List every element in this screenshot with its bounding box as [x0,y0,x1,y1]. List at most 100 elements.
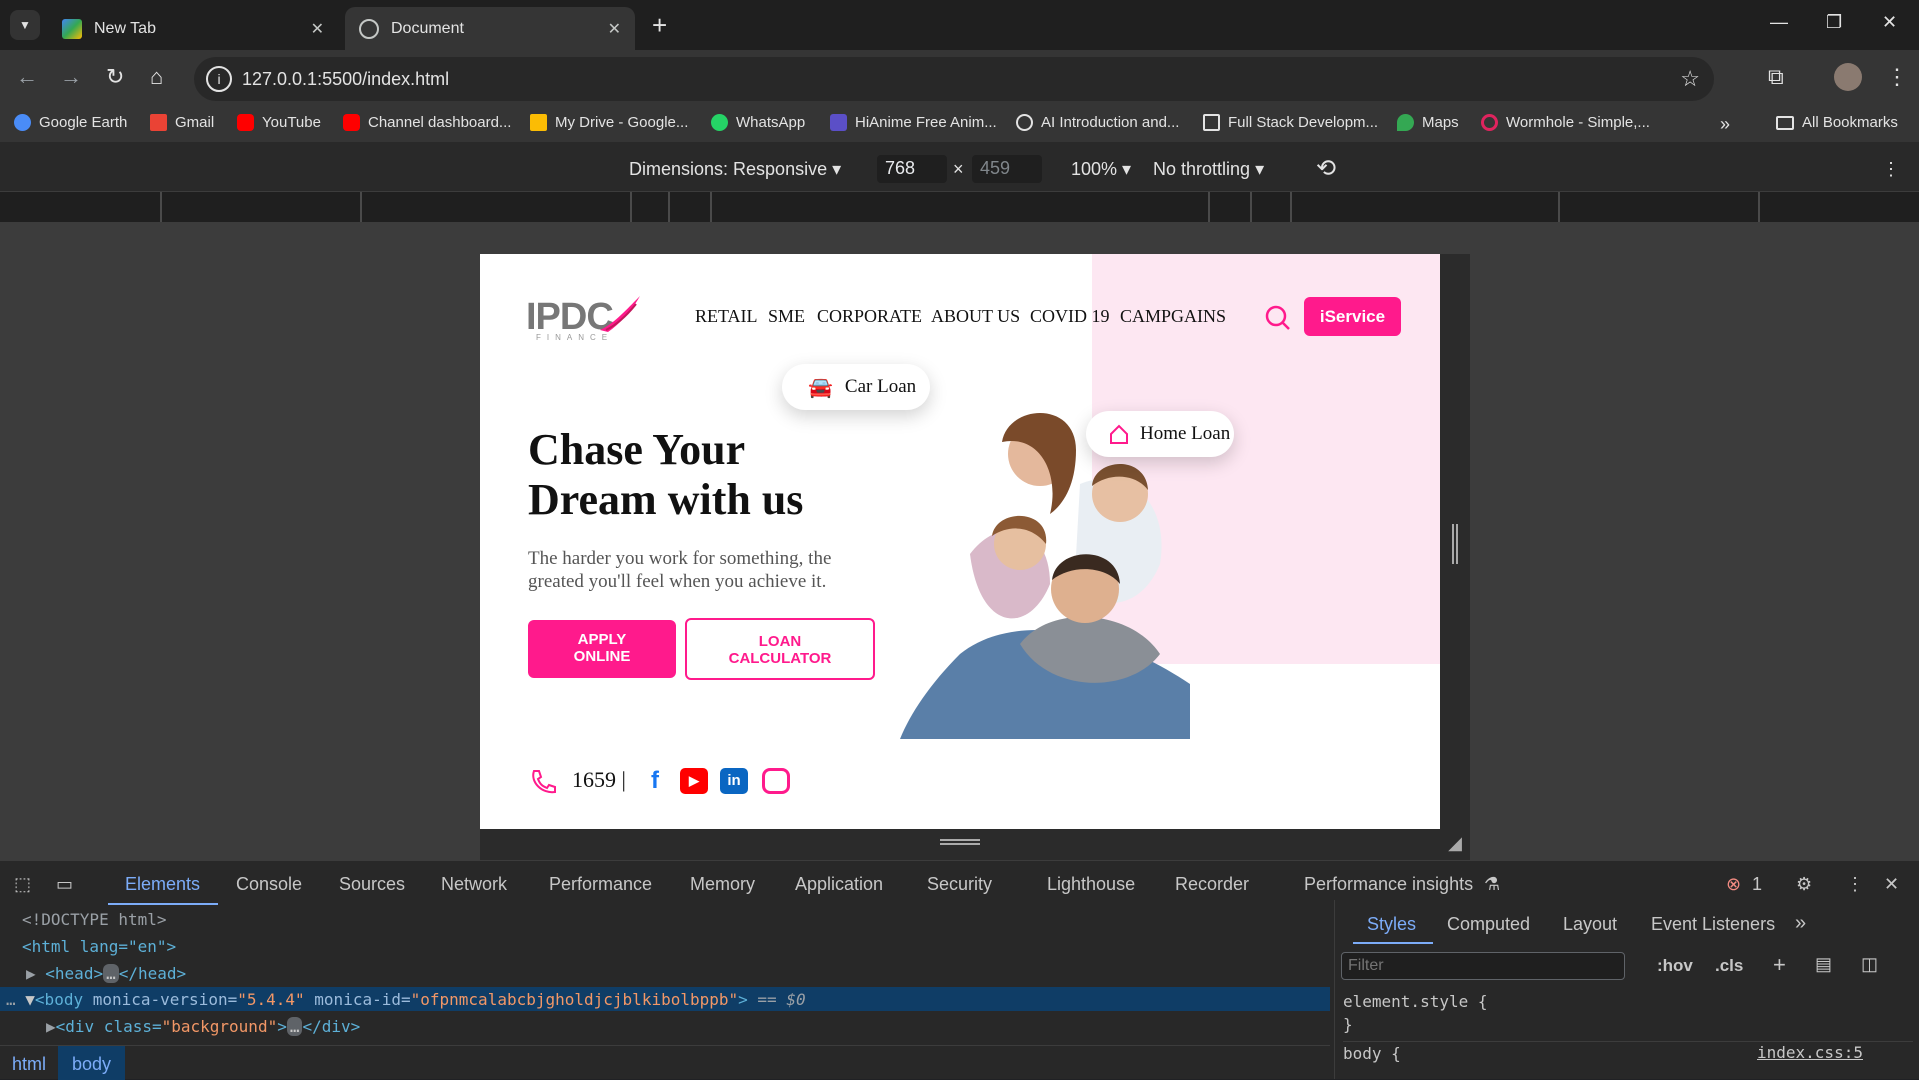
apply-online-button[interactable]: APPLY ONLINE [528,620,676,678]
head-node[interactable]: ▶ <head>… </head> [26,964,186,983]
nav-about-us[interactable]: ABOUT US [931,306,1020,327]
bookmark-whatsapp[interactable]: WhatsApp [711,114,805,131]
minimize-button[interactable]: — [1770,12,1788,33]
collapse-arrow-icon[interactable]: ▼ [25,990,35,1009]
error-count[interactable]: 1 [1752,874,1762,895]
source-link[interactable]: index.css:5 [1757,1043,1863,1062]
tab-search-button[interactable]: ▼ [10,10,40,40]
expand-arrow-icon[interactable]: ▶ [46,1017,56,1036]
more-tabs-icon[interactable]: » [1795,912,1806,935]
bookmark-gmail[interactable]: Gmail [150,114,214,131]
address-bar[interactable]: i 127.0.0.1:5500/index.html ☆ [194,57,1714,101]
bookmark-full-stack[interactable]: Full Stack Developm... [1203,114,1378,131]
loan-calculator-button[interactable]: LOAN CALCULATOR [685,618,875,680]
search-icon[interactable] [1264,304,1292,332]
star-icon[interactable]: ☆ [1680,66,1700,92]
devtools-menu-icon[interactable]: ⋮ [1846,874,1864,895]
extensions-icon[interactable]: ⧉ [1768,64,1784,90]
tab-security[interactable]: Security [927,874,992,895]
forward-button[interactable]: → [60,64,82,90]
tab-application[interactable]: Application [795,874,883,895]
throttle-select[interactable]: No throttling ▾ [1153,159,1264,180]
back-button[interactable]: ← [16,64,38,90]
resize-handle-right[interactable] [1440,254,1470,829]
tab-memory[interactable]: Memory [690,874,755,895]
tab-new-tab[interactable]: New Tab ✕ [48,7,338,50]
tab-event-listeners[interactable]: Event Listeners [1651,914,1775,935]
phone-number[interactable]: 1659 | [572,767,626,793]
height-input[interactable]: 459 [972,155,1042,183]
facebook-icon[interactable]: f [641,768,669,794]
site-info-icon[interactable]: i [206,66,232,92]
tab-document[interactable]: Document ✕ [345,7,635,50]
close-icon[interactable]: ✕ [311,19,324,39]
bookmark-ai-introduction[interactable]: AI Introduction and... [1016,114,1179,131]
rotate-icon[interactable]: ⟲ [1316,154,1336,183]
avatar[interactable] [1834,63,1862,91]
zoom-select[interactable]: 100% ▾ [1071,159,1131,180]
breadcrumb-html[interactable]: html [12,1054,46,1075]
media-query-ruler[interactable] [0,192,1919,222]
tab-network[interactable]: Network [441,874,507,895]
tab-performance[interactable]: Performance [549,874,652,895]
new-tab-button[interactable]: + [652,10,667,41]
tab-lighthouse[interactable]: Lighthouse [1047,874,1135,895]
bookmark-channel-dashboard[interactable]: Channel dashboard... [343,114,511,131]
nav-covid-19[interactable]: COVID 19 [1030,306,1110,327]
tab-styles[interactable]: Styles [1367,914,1416,935]
bookmark-google-earth[interactable]: Google Earth [14,114,127,131]
youtube-icon[interactable]: ▶ [680,768,708,794]
all-bookmarks[interactable]: All Bookmarks [1776,114,1898,131]
more-bookmarks-icon[interactable]: » [1720,114,1730,135]
bookmark-my-drive[interactable]: My Drive - Google... [530,114,688,131]
instagram-icon[interactable] [762,768,790,794]
resize-corner-icon[interactable]: ◢ [1448,833,1462,854]
paint-icon[interactable]: ▤ [1815,954,1832,975]
bookmark-youtube[interactable]: YouTube [237,114,321,131]
tab-performance-insights[interactable]: Performance insights [1304,874,1473,895]
breadcrumb-body[interactable]: body [58,1046,126,1080]
restore-button[interactable]: ❐ [1826,12,1842,33]
expand-arrow-icon[interactable]: ▶ [26,964,36,983]
ellipsis-icon[interactable]: … [286,1017,303,1036]
tab-recorder[interactable]: Recorder [1175,874,1249,895]
nav-retail[interactable]: RETAIL [695,306,758,327]
tab-sources[interactable]: Sources [339,874,405,895]
more-options-icon[interactable]: ⋮ [1882,159,1900,180]
nav-corporate[interactable]: CORPORATE [817,306,922,327]
home-button[interactable]: ⌂ [150,64,163,90]
nav-sme[interactable]: SME [768,306,805,327]
sidebar-toggle-icon[interactable]: ◫ [1861,954,1878,975]
nav-campgains[interactable]: CAMPGAINS [1120,306,1226,327]
error-icon[interactable]: ⊗ [1726,874,1741,895]
menu-icon[interactable]: ⋮ [1886,64,1908,90]
reload-button[interactable]: ↻ [106,64,124,90]
phone-icon[interactable] [528,768,556,796]
styles-filter-input[interactable] [1341,952,1625,980]
linkedin-icon[interactable]: in [720,768,748,794]
tab-computed[interactable]: Computed [1447,914,1530,935]
width-input[interactable]: 768 [877,155,947,183]
html-node[interactable]: <html lang="en"> [22,937,176,956]
body-node[interactable]: … ▼<body monica-version="5.4.4" monica-i… [6,990,806,1009]
div-background-node[interactable]: ▶<div class="background">… </div> [46,1017,360,1036]
cls-toggle[interactable]: .cls [1715,956,1743,976]
add-rule-icon[interactable]: + [1773,952,1786,978]
home-loan-pill[interactable]: Home Loan [1086,411,1234,457]
close-icon[interactable]: ✕ [608,19,621,39]
doctype-line[interactable]: <!DOCTYPE html> [22,910,167,929]
inspect-element-icon[interactable]: ⬚ [14,874,31,895]
ellipsis-icon[interactable]: … [103,964,119,983]
hov-toggle[interactable]: :hov [1657,956,1693,976]
settings-icon[interactable]: ⚙ [1796,874,1812,895]
tab-layout[interactable]: Layout [1563,914,1617,935]
element-style-rule[interactable]: element.style { [1343,992,1488,1011]
tab-console[interactable]: Console [236,874,302,895]
iservice-button[interactable]: iService [1304,297,1401,336]
bookmark-wormhole[interactable]: Wormhole - Simple,... [1481,114,1650,131]
close-devtools-icon[interactable]: ✕ [1884,874,1899,895]
tab-elements[interactable]: Elements [125,874,200,895]
resize-handle-bottom[interactable]: ◢ [480,829,1470,860]
dimensions-select[interactable]: Dimensions: Responsive ▾ [629,159,841,180]
bookmark-maps[interactable]: Maps [1397,114,1459,131]
